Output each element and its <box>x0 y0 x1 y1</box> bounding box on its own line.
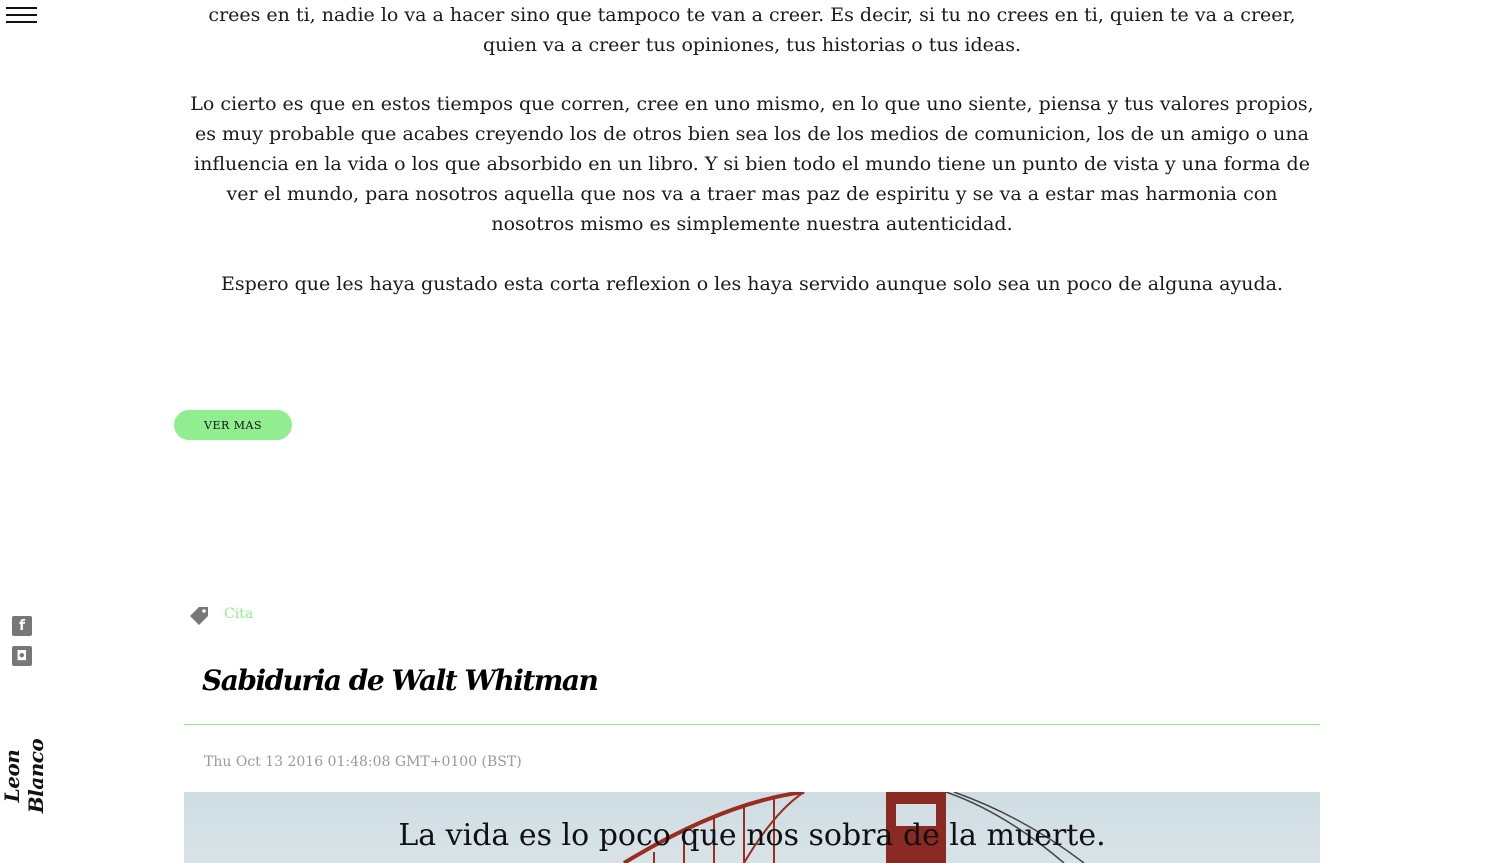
hamburger-menu-button[interactable] <box>6 7 38 25</box>
post-date: Thu Oct 13 2016 01:48:08 GMT+0100 (BST) <box>204 754 522 770</box>
post-title[interactable]: Sabiduria de Walt Whitman <box>202 664 599 697</box>
brand-logo[interactable]: Leon Blanco <box>0 726 48 826</box>
facebook-icon[interactable]: f <box>12 616 32 636</box>
instagram-icon[interactable]: ◘ <box>12 646 32 666</box>
tag-icon <box>190 607 208 625</box>
article-paragraph: Espero que les haya gustado esta corta r… <box>220 273 1283 295</box>
post-hero-image[interactable]: La vida es lo poco que nos sobra de la m… <box>184 792 1320 863</box>
hero-quote: La vida es lo poco que nos sobra de la m… <box>398 818 1106 853</box>
article-paragraph: Lo cierto es que en estos tiempos que co… <box>190 93 1314 235</box>
divider <box>184 724 1320 725</box>
ver-mas-button[interactable]: VER MAS <box>174 410 292 440</box>
article-paragraph: crees en ti, nadie lo va a hacer sino qu… <box>208 4 1296 56</box>
tag-link-cita[interactable]: Cita <box>224 606 253 622</box>
sidebar: f ◘ Leon Blanco <box>0 0 48 863</box>
